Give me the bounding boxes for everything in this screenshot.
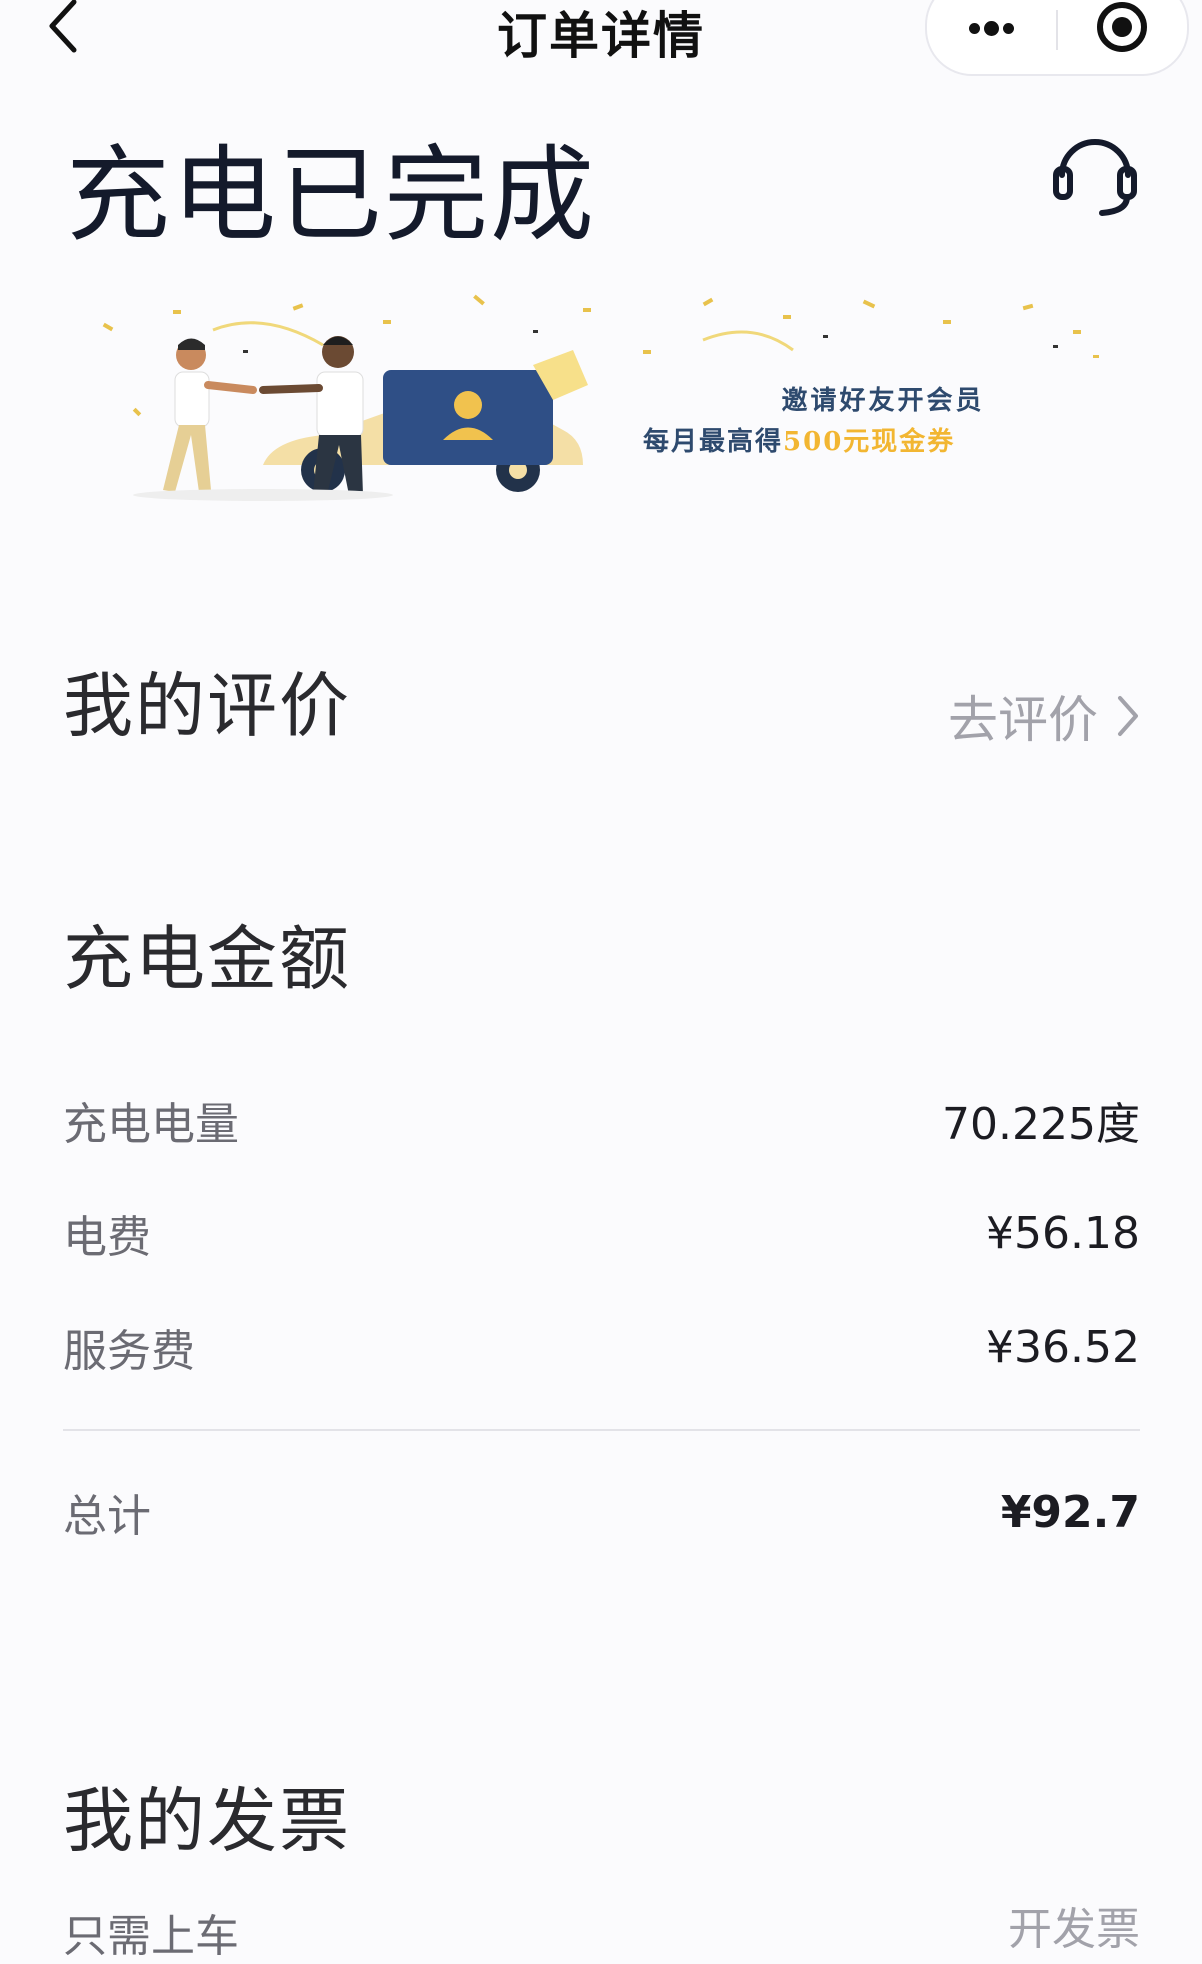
go-review-link[interactable]: 去评价 [948,680,1140,752]
customer-service-button[interactable] [1050,125,1140,225]
charge-amount-section-title: 充电金额 [63,918,351,1000]
fee-value: ¥36.52 [986,1321,1140,1373]
more-button[interactable] [927,0,1055,74]
invite-promo-banner[interactable]: 邀请好友开会员 每月最高得500元现金券 [63,290,1113,520]
fee-label: 充电电量 [63,1099,239,1150]
fee-value: 70.225度 [942,1099,1140,1150]
nav-bar: 订单详情 [0,0,1202,76]
fee-label: 服务费 [63,1326,195,1377]
divider [63,1429,1140,1431]
more-dots-icon [967,18,1016,37]
fee-row-electricity: 电费 ¥56.18 [63,1203,1140,1264]
fee-label: 电费 [63,1212,151,1263]
banner-subline: 每月最高得500元现金券 [643,421,1123,458]
banner-subline-highlight: 500元现金券 [783,427,956,457]
target-close-icon [1097,2,1147,52]
banner-headline: 邀请好友开会员 [781,386,985,416]
invoice-row-label: 只需上车 [63,1911,239,1962]
total-value: ¥92.7 [1000,1486,1140,1538]
headset-icon [1053,139,1137,216]
invoice-section-title: 我的发票 [63,1780,351,1862]
chevron-right-icon [1118,696,1138,736]
banner-text: 邀请好友开会员 每月最高得500元现金券 [643,380,1123,458]
fee-row-energy: 充电电量 70.225度 [63,1090,1140,1150]
go-review-label: 去评价 [948,691,1098,749]
issue-invoice-link[interactable]: 开发票 [1008,1900,1140,1955]
capsule-divider [1056,10,1058,50]
review-section-title: 我的评价 [63,665,351,747]
order-status-title: 充电已完成 [66,134,597,256]
fee-value: ¥56.18 [986,1207,1140,1259]
fee-row-service: 服务费 ¥36.52 [63,1317,1140,1378]
invoice-row: 只需上车 开发票 [63,1900,1140,1962]
close-button[interactable] [1059,0,1185,74]
total-label: 总计 [63,1491,151,1542]
total-row: 总计 ¥92.7 [63,1482,1140,1543]
banner-subline-prefix: 每月最高得 [643,427,784,457]
mini-program-capsule [925,0,1189,76]
issue-invoice-label: 开发票 [1008,1904,1140,1955]
